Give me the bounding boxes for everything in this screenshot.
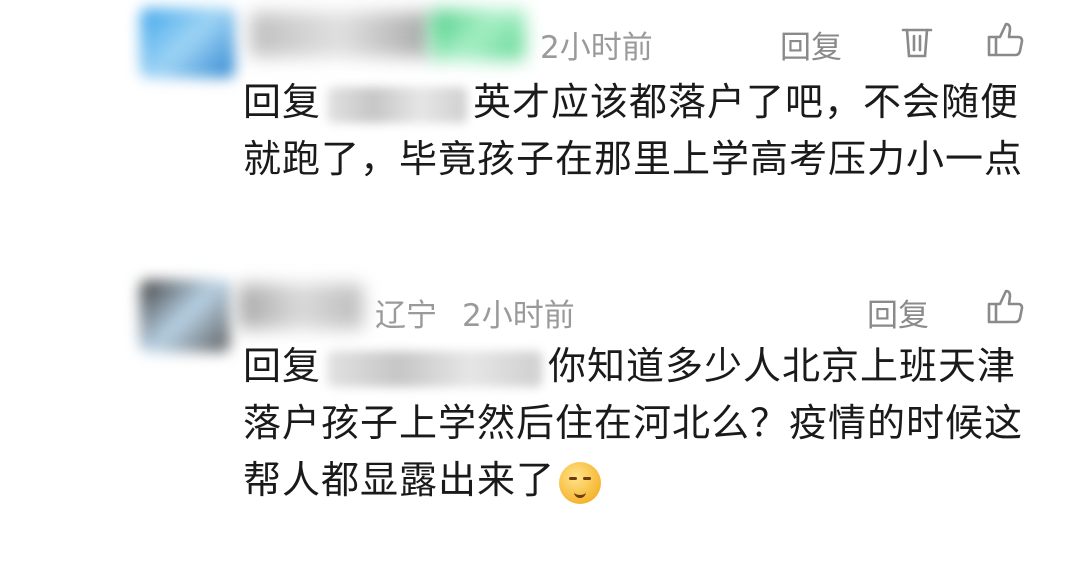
comment-body: 回复 英才应该都落户了吧，不会随便就跑了，毕竟孩子在那里上学高考压力小一点	[243, 74, 1023, 188]
comment-item: 2小时前 回复 回复 英才应该都落户了吧，不会随便就跑了，毕竟孩子在那里上学高考压…	[0, 0, 1080, 250]
username-redacted[interactable]	[250, 12, 430, 57]
comment-time: 2小时前	[540, 30, 653, 66]
comment-body: 回复 你知道多少人北京上班天津落户孩子上学然后住在河北么？疫情的时候这帮人都显露出…	[243, 338, 1023, 509]
user-badge-redacted	[430, 10, 525, 60]
reply-prefix: 回复	[243, 80, 322, 124]
shushing-face-emoji	[559, 461, 602, 504]
comment-location: 辽宁	[375, 298, 437, 334]
mentioned-user-redacted[interactable]	[327, 86, 468, 123]
thumbs-up-icon[interactable]	[985, 20, 1025, 60]
comment-item: 辽宁 2小时前 回复 回复 你知道多少人北京上班天津落户孩子上学然后住在河北么？疫…	[0, 262, 1080, 562]
comment-time: 2小时前	[462, 298, 575, 334]
thumbs-up-icon[interactable]	[985, 287, 1025, 327]
mentioned-user-redacted[interactable]	[327, 350, 543, 387]
reply-button[interactable]: 回复	[867, 290, 929, 335]
reply-prefix: 回复	[243, 344, 322, 388]
avatar[interactable]	[140, 280, 230, 352]
trash-icon[interactable]	[897, 22, 937, 62]
username-redacted[interactable]	[238, 284, 363, 329]
reply-button[interactable]: 回复	[780, 22, 842, 67]
avatar[interactable]	[140, 8, 235, 78]
